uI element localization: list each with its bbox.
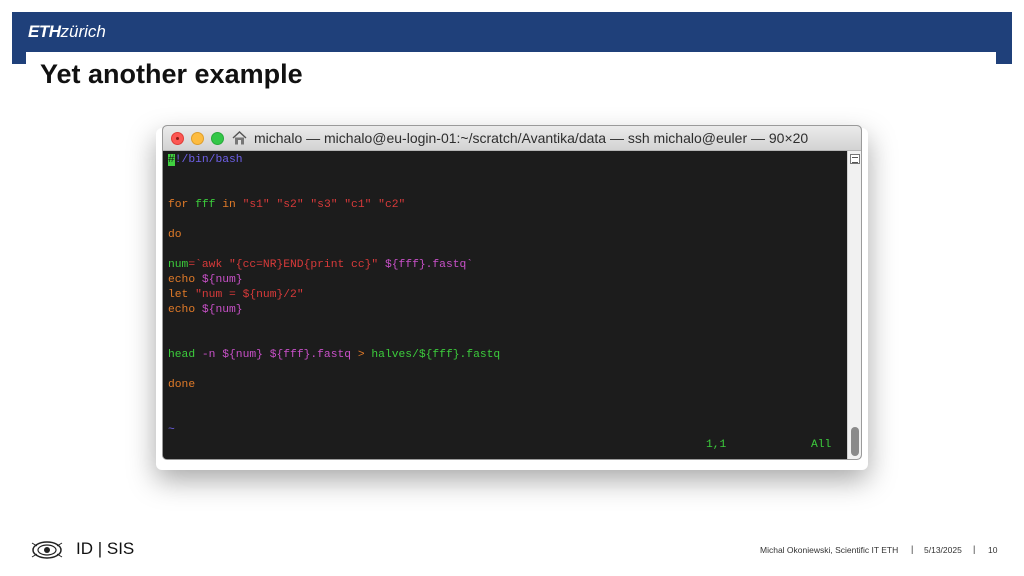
code-line-echo1: echo ${num} <box>168 273 243 288</box>
logo-zurich-text: zürich <box>60 22 106 41</box>
text-cursor: # <box>168 154 175 166</box>
footer-author: Michal Okoniewski, Scientific IT ETH <box>760 545 899 555</box>
for-keyword: for <box>168 199 189 211</box>
terminal-titlebar[interactable]: michalo — michalo@eu-login-01:~/scratch/… <box>163 126 861 151</box>
code-line-head: head -n ${num} ${fff}.fastq > halves/${f… <box>168 348 500 363</box>
let-expression: "num = ${num}/2" <box>195 289 304 301</box>
num-variable: num <box>168 259 189 271</box>
code-line-for: for fff in "s1" "s2" "s3" "c1" "c2" <box>168 198 405 213</box>
scroll-thumb[interactable] <box>851 427 859 456</box>
empty-line-tilde: ~ <box>168 424 175 436</box>
footer-unit: ID | SIS <box>76 539 135 558</box>
page-number: 10 <box>988 545 998 555</box>
code-line-done: done <box>168 378 195 393</box>
echo-keyword: echo <box>168 304 196 316</box>
let-keyword: let <box>168 289 189 301</box>
num-assign: =`awk "{cc=NR}END{print cc}" <box>188 259 385 271</box>
echo-ref: ${num} <box>201 304 243 316</box>
code-line-num: num=`awk "{cc=NR}END{print cc}" ${fff}.f… <box>168 258 473 273</box>
done-keyword: done <box>168 379 196 391</box>
in-keyword: in <box>222 199 236 211</box>
head-redirect: > <box>357 349 365 361</box>
close-button[interactable] <box>171 132 184 145</box>
head-args: -n ${num} ${fff}.fastq <box>195 349 358 361</box>
footer-separator: | <box>973 544 976 554</box>
terminal-window[interactable]: michalo — michalo@eu-login-01:~/scratch/… <box>162 125 862 460</box>
terminal-scrollbar[interactable] <box>847 151 861 459</box>
code-line-shebang: #!/bin/bash <box>168 153 243 168</box>
shebang-path: !/bin/bash <box>174 154 243 166</box>
code-line-echo2: echo ${num} <box>168 303 243 318</box>
do-keyword: do <box>168 229 182 241</box>
scroll-status: All <box>811 439 832 451</box>
num-fastq-ref: ${fff}.fastq` <box>384 259 474 271</box>
logo-eth-text: ETH <box>28 22 61 41</box>
footer-separator: | <box>911 544 914 554</box>
slide-title: Yet another example <box>40 59 303 89</box>
scroll-menu-icon[interactable] <box>850 154 860 164</box>
minimize-button[interactable] <box>191 132 204 145</box>
eth-eye-logo <box>31 541 63 559</box>
footer-date: 5/13/2025 <box>924 545 962 555</box>
code-line-do: do <box>168 228 182 243</box>
code-line-let: let "num = ${num}/2" <box>168 288 304 303</box>
eth-logo: ETHzürich <box>28 22 106 42</box>
zoom-button[interactable] <box>211 132 224 145</box>
terminal-title: michalo — michalo@eu-login-01:~/scratch/… <box>254 130 809 146</box>
for-variable: fff <box>195 199 216 211</box>
cursor-position: 1,1 <box>706 439 727 451</box>
terminal-content[interactable]: #!/bin/bash for fff in "s1" "s2" "s3" "c… <box>163 151 847 459</box>
echo-ref: ${num} <box>201 274 243 286</box>
home-folder-icon <box>232 131 247 145</box>
echo-keyword: echo <box>168 274 196 286</box>
head-command: head <box>168 349 196 361</box>
head-target: halves/${fff}.fastq <box>364 349 501 361</box>
for-list: "s1" "s2" "s3" "c1" "c2" <box>242 199 406 211</box>
